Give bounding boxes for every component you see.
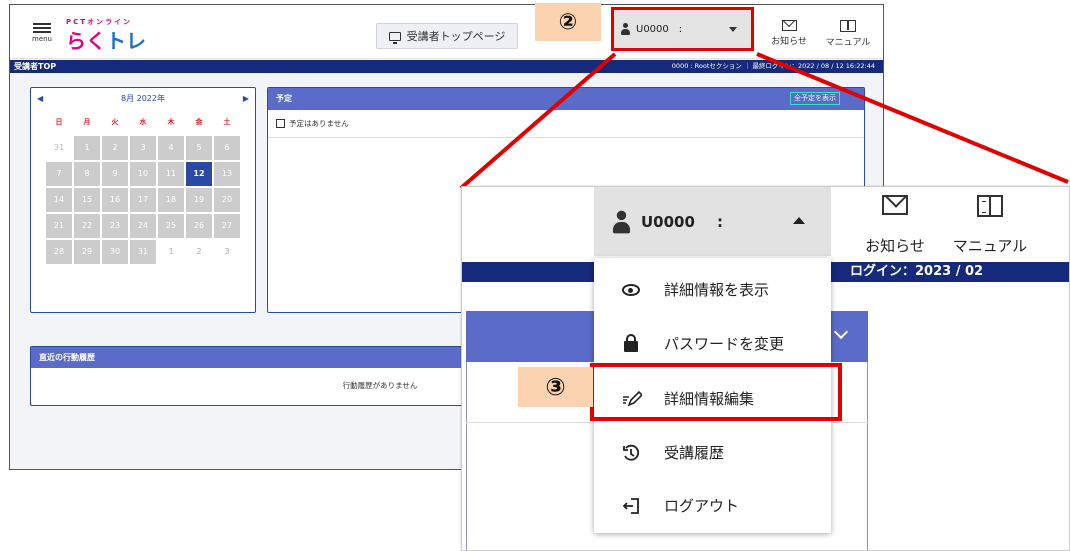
callout-line-right [756, 52, 1069, 184]
zoom-last-login: ログイン：2023 / 02 [850, 264, 984, 279]
history-icon [622, 444, 640, 462]
step-3-badge: ③ [518, 367, 593, 407]
zoom-user-id: U0000 [641, 212, 695, 231]
tutorial-figure: menu PCTオンライン らくトレ 受講者トップページ お知らせ マニュアル … [0, 0, 1070, 551]
menu-item-course-history[interactable]: 受講履歴 [594, 425, 831, 480]
menu-item-label: 詳細情報を表示 [664, 281, 770, 299]
zoom-user-separator: : [716, 212, 723, 231]
highlight-edit-details [590, 363, 842, 421]
menu-item-label: 受講履歴 [664, 444, 725, 462]
caret-up-icon [793, 217, 805, 224]
menu-item-view-details[interactable]: 詳細情報を表示 [594, 262, 831, 317]
menu-item-label: ログアウト [664, 497, 740, 515]
menu-item-logout[interactable]: ログアウト [594, 478, 831, 533]
zoom-user-menu-button[interactable]: U0000 : [594, 187, 831, 256]
zoom-manual-button[interactable]: マニュアル [940, 195, 1040, 256]
logout-icon [622, 497, 640, 515]
zoom-manual-label: マニュアル [952, 237, 1028, 255]
book-icon [977, 195, 1003, 217]
zoomed-view: U0000 : お知らせ マニュアル ログイン：2023 / 02 詳細情報を表… [461, 186, 1070, 551]
zoom-notice-label: お知らせ [865, 237, 925, 255]
user-icon [611, 210, 632, 233]
zoom-notice-button[interactable]: お知らせ [860, 195, 930, 256]
eye-icon [622, 281, 640, 299]
lock-icon [622, 334, 640, 353]
callout-line-left [459, 52, 617, 190]
envelope-icon [882, 195, 908, 215]
menu-item-label: パスワードを変更 [664, 335, 785, 353]
